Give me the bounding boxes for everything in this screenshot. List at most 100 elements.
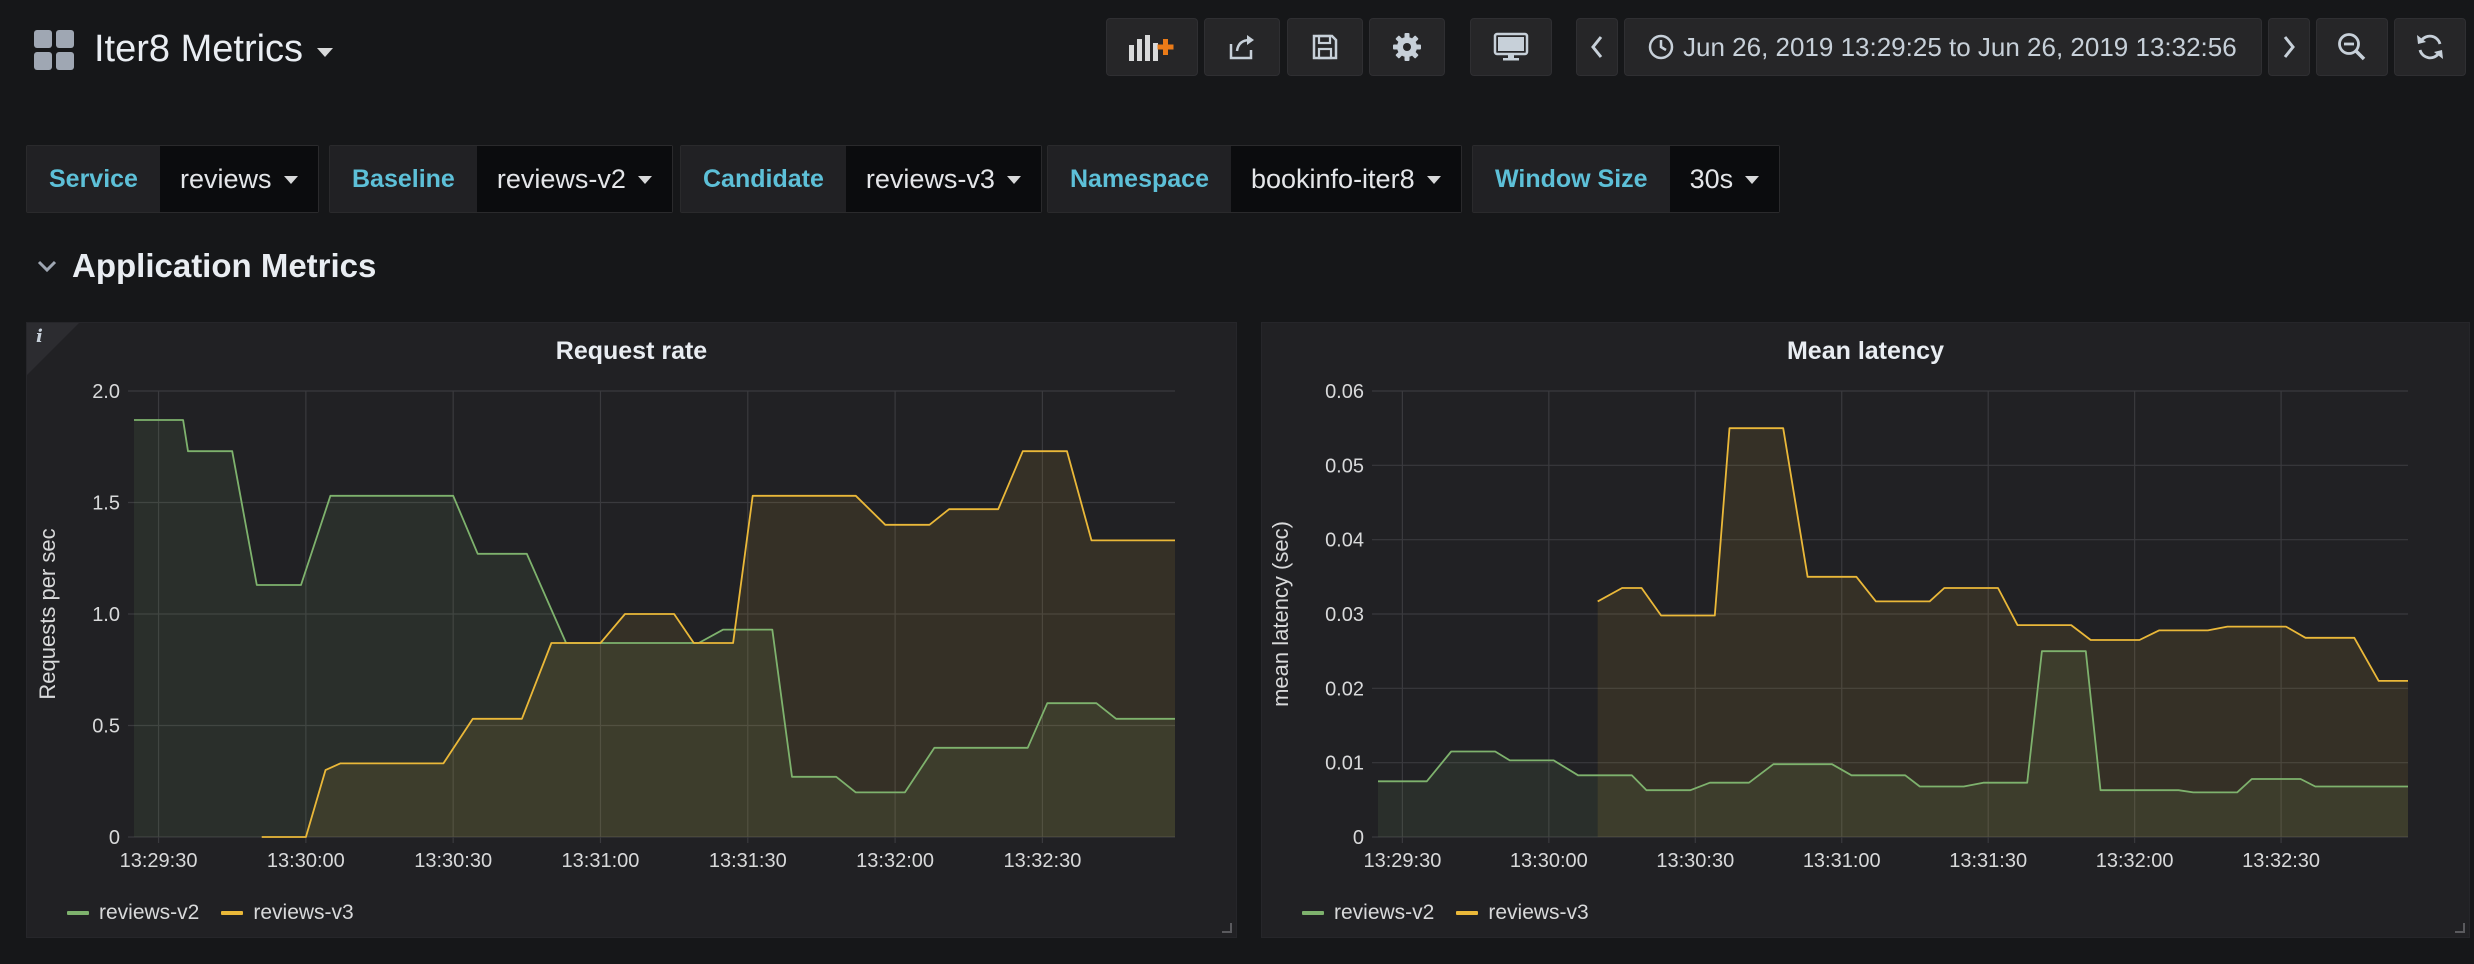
mean-latency-panel: Mean latency 0 0.01 0.02 0.03 0.04 0.05 0.06 13…: [1261, 322, 2470, 938]
x-tick-label: 13:31:30: [709, 850, 787, 872]
legend-label: reviews-v3: [1488, 901, 1589, 924]
y-axis-label: mean latency (sec): [1268, 521, 1293, 707]
caret-down-icon: [317, 48, 334, 57]
dashboard-picker[interactable]: Iter8 Metrics: [34, 28, 334, 71]
mean-latency-chart: 0 0.01 0.02 0.03 0.04 0.05 0.06 13:29:30 13:30:0…: [1268, 381, 2408, 872]
add-panel-button[interactable]: [1106, 18, 1198, 76]
legend-item-reviews-v2[interactable]: reviews-v2: [1302, 901, 1434, 925]
variable-candidate: Candidate reviews-v3: [680, 145, 1042, 213]
request-rate-panel: i Request rate 0 0.5 1.0 1.5 2.0 13:29:30 13:3…: [26, 322, 1237, 938]
row-title: Application Metrics: [72, 247, 377, 284]
x-tick-label: 13:32:00: [2096, 850, 2174, 872]
variable-label: Namespace: [1048, 146, 1231, 212]
chevron-right-icon: [2283, 36, 2295, 58]
x-tick-label: 13:30:30: [1656, 850, 1734, 872]
legend-swatch: [1302, 911, 1324, 915]
variable-namespace: Namespace bookinfo-iter8: [1047, 145, 1462, 213]
x-tick-label: 13:30:00: [1510, 850, 1588, 872]
x-tick-label: 13:32:30: [2242, 850, 2320, 872]
y-tick-label: 2.0: [92, 381, 120, 403]
variable-service: Service reviews: [26, 145, 319, 213]
legend-label: reviews-v2: [99, 901, 200, 924]
x-tick-label: 13:31:00: [1803, 850, 1881, 872]
y-tick-label: 1.0: [92, 604, 120, 626]
caret-down-icon: [637, 176, 652, 184]
time-shift-forward-button[interactable]: [2268, 18, 2310, 76]
y-tick-label: 0.03: [1325, 604, 1364, 626]
request-rate-chart: 0 0.5 1.0 1.5 2.0 13:29:30 13:30:00 13:30:30 13:…: [35, 381, 1175, 872]
settings-button[interactable]: [1369, 18, 1445, 76]
caret-down-icon: [283, 176, 298, 184]
variable-window-size-dropdown[interactable]: 30s: [1669, 146, 1780, 212]
y-tick-label: 0: [1353, 827, 1364, 849]
cycle-view-mode-button[interactable]: [1470, 18, 1552, 76]
x-tick-label: 13:29:30: [120, 850, 198, 872]
legend-label: reviews-v3: [253, 901, 354, 924]
zoom-out-icon: [2338, 33, 2366, 61]
y-tick-label: 0.02: [1325, 678, 1364, 700]
zoom-out-button[interactable]: [2316, 18, 2388, 76]
top-navbar: Iter8 Metrics Jun 26, 2019 13:29:25 to J…: [0, 0, 2474, 100]
x-tick-label: 13:32:30: [1003, 850, 1081, 872]
variable-service-dropdown[interactable]: reviews: [159, 146, 318, 212]
x-tick-label: 13:30:30: [414, 850, 492, 872]
variable-label: Candidate: [681, 146, 846, 212]
y-axis-label: Requests per sec: [35, 528, 60, 699]
variable-window-size: Window Size 30s: [1472, 145, 1781, 213]
caret-down-icon: [1745, 176, 1760, 184]
legend-item-reviews-v3[interactable]: reviews-v3: [1456, 901, 1589, 925]
variable-value: bookinfo-iter8: [1250, 163, 1415, 194]
x-tick-label: 13:29:30: [1363, 850, 1441, 872]
legend-swatch: [67, 911, 89, 915]
refresh-icon: [2417, 34, 2443, 60]
variable-value: reviews-v3: [865, 163, 995, 194]
legend-item-reviews-v2[interactable]: reviews-v2: [67, 901, 199, 925]
time-shift-back-button[interactable]: [1576, 18, 1618, 76]
x-tick-label: 13:30:00: [267, 850, 345, 872]
caret-down-icon: [1006, 176, 1021, 184]
save-dashboard-button[interactable]: [1287, 18, 1363, 76]
chevron-down-icon: [37, 260, 57, 273]
variable-label: Window Size: [1473, 146, 1670, 212]
chevron-left-icon: [1591, 36, 1603, 58]
save-icon: [1312, 34, 1338, 60]
share-button[interactable]: [1204, 18, 1280, 76]
y-tick-label: 0.5: [92, 716, 120, 738]
chart-legend: reviews-v2 reviews-v3: [1302, 901, 1611, 925]
clock-icon: [1648, 34, 1674, 60]
y-tick-label: 0.06: [1325, 381, 1364, 403]
legend-swatch: [221, 911, 244, 915]
y-tick-label: 0.01: [1325, 753, 1364, 775]
settings-icon: [1393, 33, 1421, 61]
x-tick-label: 13:31:30: [1949, 850, 2027, 872]
variable-label: Baseline: [330, 146, 477, 212]
series-area-reviews-v3: [1597, 428, 2408, 837]
variable-value: reviews: [179, 163, 272, 194]
variable-label: Service: [27, 146, 160, 212]
variable-baseline-dropdown[interactable]: reviews-v2: [476, 146, 672, 212]
y-tick-label: 0: [109, 827, 120, 849]
y-tick-label: 0.04: [1325, 530, 1364, 552]
dashboard-title: Iter8 Metrics: [94, 28, 304, 70]
panel-resize-handle[interactable]: [2455, 923, 2465, 933]
variable-value: 30s: [1689, 163, 1734, 194]
y-tick-label: 0.05: [1325, 455, 1364, 477]
variable-candidate-dropdown[interactable]: reviews-v3: [845, 146, 1041, 212]
variable-namespace-dropdown[interactable]: bookinfo-iter8: [1230, 146, 1461, 212]
caret-down-icon: [1426, 176, 1441, 184]
add-panel-icon: [1129, 35, 1174, 61]
panel-resize-handle[interactable]: [1222, 923, 1232, 933]
variable-value: reviews-v2: [496, 163, 626, 194]
share-icon: [1229, 35, 1254, 60]
row-header[interactable]: Application Metrics: [36, 247, 376, 285]
y-tick-label: 1.5: [92, 493, 120, 515]
dashboard-grid-icon: [34, 29, 74, 70]
legend-label: reviews-v2: [1334, 901, 1435, 924]
x-tick-label: 13:31:00: [562, 850, 640, 872]
legend-item-reviews-v3[interactable]: reviews-v3: [221, 901, 354, 925]
time-range-picker[interactable]: Jun 26, 2019 13:29:25 to Jun 26, 2019 13…: [1624, 18, 2262, 76]
chart-legend: reviews-v2 reviews-v3: [67, 901, 376, 925]
x-tick-label: 13:32:00: [856, 850, 934, 872]
tv-mode-icon: [1493, 32, 1529, 61]
refresh-button[interactable]: [2394, 18, 2466, 76]
